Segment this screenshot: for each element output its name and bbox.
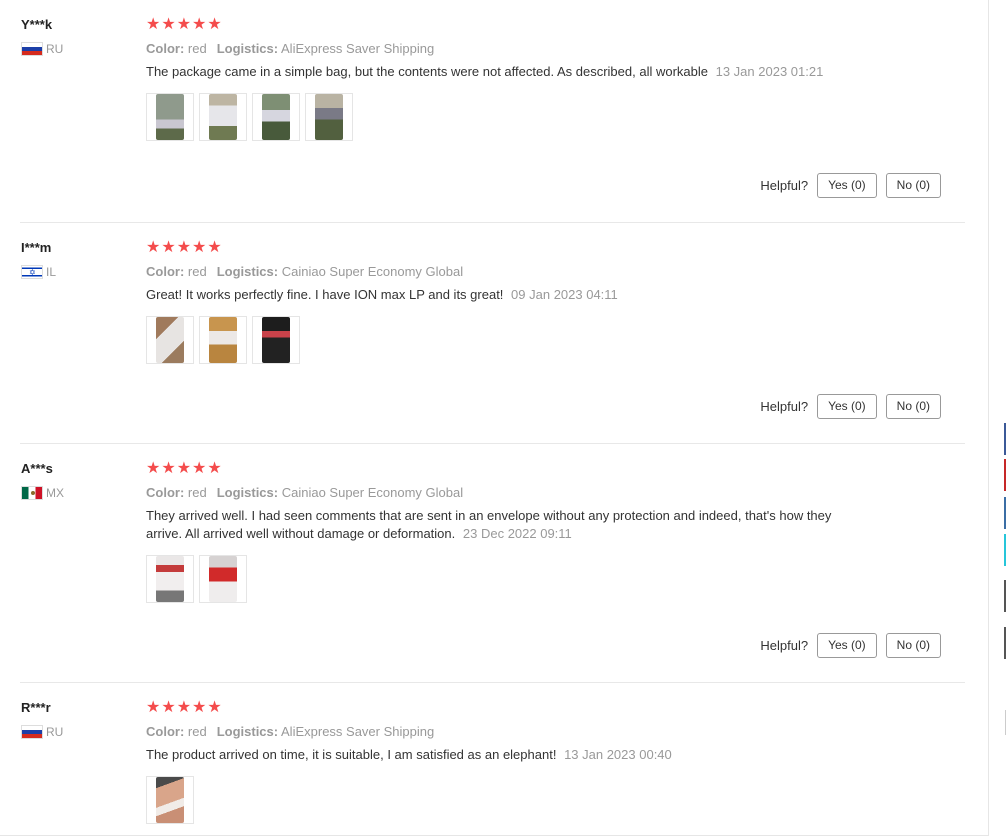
- review-content: ★★★★★ Color: red Logistics: Cainiao Super…: [146, 240, 856, 364]
- helpful-label: Helpful?: [760, 638, 809, 653]
- helpful-no-button[interactable]: No (0): [885, 173, 941, 198]
- user-country: MX: [21, 486, 131, 500]
- helpful-no-button[interactable]: No (0): [885, 633, 941, 658]
- helpful-votes: Helpful? Yes (0) No (0): [760, 394, 941, 419]
- review-image-thumbnail[interactable]: [252, 93, 300, 141]
- logistics-label: Logistics:: [216, 724, 279, 739]
- logistics-value: Cainiao Super Economy Global: [281, 485, 464, 500]
- country-code: MX: [46, 486, 64, 500]
- review-attributes: Color: red Logistics: AliExpress Saver Sh…: [146, 41, 856, 56]
- review-image-thumbnail[interactable]: [146, 316, 194, 364]
- country-code: RU: [46, 42, 64, 56]
- helpful-label: Helpful?: [760, 399, 809, 414]
- feedback-item: R***r RU ★★★★★ Color: red Logistics: AliE…: [0, 683, 988, 839]
- logistics-label: Logistics:: [216, 41, 279, 56]
- review-attributes: Color: red Logistics: Cainiao Super Econo…: [146, 264, 856, 279]
- user-country: IL: [21, 265, 131, 279]
- user-name: R***r: [21, 700, 51, 715]
- logistics-label: Logistics:: [216, 264, 279, 279]
- star-rating: ★★★★★: [146, 16, 223, 33]
- review-images: [146, 316, 856, 364]
- user-info: R***r RU: [21, 700, 131, 739]
- feedback-item: Y***k RU ★★★★★ Color: red Logistics: AliE…: [0, 0, 988, 223]
- helpful-no-button[interactable]: No (0): [885, 394, 941, 419]
- review-content: ★★★★★ Color: red Logistics: AliExpress Sa…: [146, 700, 856, 824]
- russia-flag-icon: [21, 42, 43, 56]
- logistics-value: AliExpress Saver Shipping: [281, 724, 435, 739]
- user-name: I***m: [21, 240, 52, 255]
- review-content: ★★★★★ Color: red Logistics: AliExpress Sa…: [146, 17, 856, 141]
- review-text: They arrived well. I had seen comments t…: [146, 507, 856, 543]
- user-country: RU: [21, 42, 131, 56]
- helpful-yes-button[interactable]: Yes (0): [817, 394, 877, 419]
- review-text: Great! It works perfectly fine. I have I…: [146, 286, 856, 304]
- review-body: The product arrived on time, it is suita…: [146, 747, 557, 762]
- review-date: 13 Jan 2023 00:40: [564, 747, 672, 762]
- color-label: Color:: [146, 264, 185, 279]
- color-label: Color:: [146, 41, 185, 56]
- review-body: The package came in a simple bag, but th…: [146, 64, 708, 79]
- review-attributes: Color: red Logistics: Cainiao Super Econo…: [146, 485, 856, 500]
- review-body: Great! It works perfectly fine. I have I…: [146, 287, 504, 302]
- color-label: Color:: [146, 485, 185, 500]
- review-image-thumbnail[interactable]: [305, 93, 353, 141]
- user-country: RU: [21, 725, 131, 739]
- star-rating: ★★★★★: [146, 460, 223, 477]
- helpful-votes: Helpful? Yes (0) No (0): [760, 173, 941, 198]
- feedback-item: I***m IL ★★★★★ Color: red Logistics: Cain…: [0, 223, 988, 444]
- review-text: The product arrived on time, it is suita…: [146, 746, 856, 764]
- color-label: Color:: [146, 724, 185, 739]
- logistics-value: AliExpress Saver Shipping: [281, 41, 435, 56]
- review-image-thumbnail[interactable]: [146, 93, 194, 141]
- review-content: ★★★★★ Color: red Logistics: Cainiao Super…: [146, 461, 856, 603]
- review-image-thumbnail[interactable]: [199, 93, 247, 141]
- helpful-yes-button[interactable]: Yes (0): [817, 173, 877, 198]
- review-date: 09 Jan 2023 04:11: [511, 287, 618, 302]
- russia-flag-icon: [21, 725, 43, 739]
- user-info: A***s MX: [21, 461, 131, 500]
- review-image-thumbnail[interactable]: [146, 776, 194, 824]
- review-image-thumbnail[interactable]: [199, 555, 247, 603]
- star-rating: ★★★★★: [146, 239, 223, 256]
- review-attributes: Color: red Logistics: AliExpress Saver Sh…: [146, 724, 856, 739]
- review-images: [146, 776, 856, 824]
- review-date: 23 Dec 2022 09:11: [462, 526, 572, 541]
- review-text: The package came in a simple bag, but th…: [146, 63, 856, 81]
- feedback-list: Y***k RU ★★★★★ Color: red Logistics: AliE…: [0, 0, 989, 836]
- mexico-flag-icon: [21, 486, 43, 500]
- review-images: [146, 555, 856, 603]
- color-value: red: [187, 264, 207, 279]
- review-image-thumbnail[interactable]: [252, 316, 300, 364]
- feedback-item: A***s MX ★★★★★ Color: red Logistics: Cain…: [0, 444, 988, 683]
- review-image-thumbnail[interactable]: [199, 316, 247, 364]
- helpful-yes-button[interactable]: Yes (0): [817, 633, 877, 658]
- star-rating: ★★★★★: [146, 699, 223, 716]
- color-value: red: [187, 41, 207, 56]
- logistics-value: Cainiao Super Economy Global: [281, 264, 464, 279]
- color-value: red: [187, 485, 207, 500]
- helpful-label: Helpful?: [760, 178, 809, 193]
- review-images: [146, 93, 856, 141]
- user-name: Y***k: [21, 17, 53, 32]
- review-image-thumbnail[interactable]: [146, 555, 194, 603]
- user-info: I***m IL: [21, 240, 131, 279]
- country-code: RU: [46, 725, 64, 739]
- color-value: red: [187, 724, 207, 739]
- user-info: Y***k RU: [21, 17, 131, 56]
- review-date: 13 Jan 2023 01:21: [715, 64, 824, 79]
- helpful-votes: Helpful? Yes (0) No (0): [760, 633, 941, 658]
- israel-flag-icon: [21, 265, 43, 279]
- logistics-label: Logistics:: [216, 485, 279, 500]
- user-name: A***s: [21, 461, 53, 476]
- country-code: IL: [46, 265, 57, 279]
